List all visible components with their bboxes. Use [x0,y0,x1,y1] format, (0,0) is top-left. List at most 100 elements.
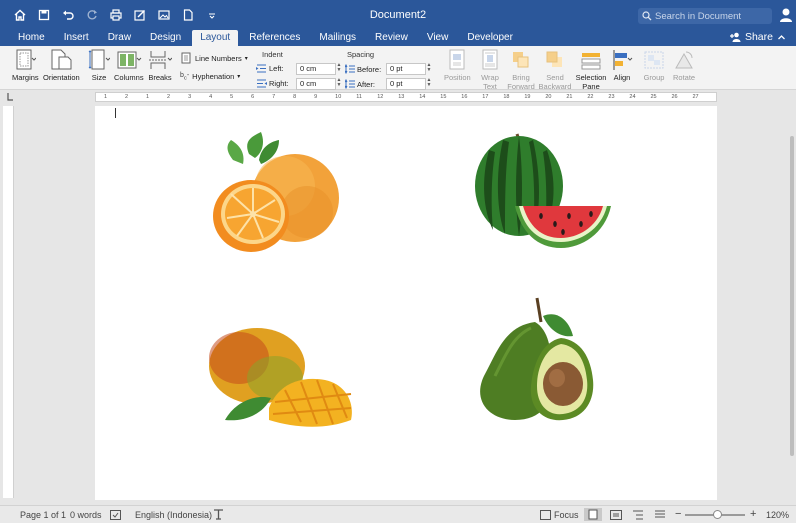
columns-button[interactable]: Columns [114,49,144,82]
tab-insert[interactable]: Insert [56,30,97,46]
ruler-number: 4 [209,94,213,100]
account-icon[interactable] [779,7,793,23]
indent-left-icon [256,64,266,73]
horizontal-ruler[interactable]: 1 2 1 2 3 4 5 6 7 8 9 10 11 12 13 14 15 16 17 18 19 20 21 22 23 2… [0,91,796,103]
undo-icon[interactable] [62,9,74,21]
page-count[interactable]: Page 1 of 1 [20,510,66,520]
ruler-number: 23 [608,94,615,100]
tab-design[interactable]: Design [142,30,189,46]
bring-forward-icon [513,51,529,67]
margins-icon [16,49,37,69]
tab-review[interactable]: Review [367,30,416,46]
position-button[interactable]: Position [444,49,471,82]
picture-icon[interactable] [158,9,170,21]
indent-left-stepper[interactable]: ▲ ▼ [336,63,342,75]
indent-right-field[interactable]: 0 cm [296,78,336,90]
align-icon [613,49,633,70]
align-button[interactable]: Align [611,49,633,82]
redo-icon[interactable] [86,9,98,21]
focus-icon [540,510,551,520]
print-layout-icon [588,509,598,520]
ruler-number: 1 [104,94,108,100]
selection-pane-button[interactable]: Selection Pane [575,49,607,91]
web-layout-icon[interactable] [610,510,622,520]
group-button[interactable]: Group [643,49,665,82]
document-page[interactable] [95,106,717,500]
spacing-before-field[interactable]: 0 pt [386,63,426,75]
quick-access-toolbar [0,9,218,21]
spacing-after-field[interactable]: 0 pt [386,78,426,90]
text-cursor [115,108,116,118]
line-numbers-icon [181,52,191,64]
line-numbers-button[interactable]: Line Numbers ▾ [180,52,248,64]
word-count[interactable]: 0 words [70,510,102,520]
title-bar: Document2 Search in Document [0,0,796,30]
bring-forward-button[interactable]: Bring Forward [506,49,536,91]
tab-draw[interactable]: Draw [100,30,139,46]
share-button[interactable]: Share [729,31,786,43]
ruler-number: 19 [524,94,531,100]
collapse-ribbon-icon[interactable] [777,33,786,42]
customize-toolbar-icon[interactable] [206,9,218,21]
spacing-after-stepper[interactable]: ▲ ▼ [426,78,432,90]
search-box[interactable]: Search in Document [638,8,772,24]
status-bar: Page 1 of 1 0 words English (Indonesia) … [0,505,796,523]
ruler-number: 12 [377,94,384,100]
indent-left-field[interactable]: 0 cm [296,63,336,75]
draft-view-icon[interactable] [654,510,666,520]
indent-right-stepper[interactable]: ▲ ▼ [336,78,342,90]
tab-developer[interactable]: Developer [459,30,521,46]
new-document-icon[interactable] [182,9,194,21]
home-icon[interactable] [14,9,26,21]
tab-stop-icon[interactable] [6,92,14,101]
tab-view[interactable]: View [419,30,457,46]
mango-image[interactable] [205,322,363,432]
ruler-number: 14 [419,94,426,100]
wrap-text-button[interactable]: Wrap Text [479,49,501,91]
print-icon[interactable] [110,9,122,21]
tab-mailings[interactable]: Mailings [311,30,364,46]
rotate-button[interactable]: Rotate [673,49,695,82]
size-icon [88,49,110,69]
spacing-before-stepper[interactable]: ▲ ▼ [426,63,432,75]
tab-references[interactable]: References [241,30,308,46]
tab-layout[interactable]: Layout [192,30,239,46]
hyphenation-button[interactable]: bc- Hyphenation ▾ [180,72,240,81]
position-icon [449,49,465,69]
margins-button[interactable]: Margins [12,49,39,82]
avocado-image[interactable] [465,296,605,426]
proofing-icon[interactable] [110,510,121,520]
ruler-number: 16 [461,94,468,100]
vertical-ruler[interactable] [3,106,14,498]
edit-icon[interactable] [134,9,146,21]
orange-image[interactable] [203,128,343,256]
breaks-button[interactable]: Breaks [148,49,172,82]
vertical-scrollbar[interactable] [788,106,795,498]
hyphenation-icon: bc- [180,72,190,82]
zoom-in-button[interactable]: + [750,508,756,520]
indent-left-label: Left: [256,64,284,73]
spacing-group-title: Spacing [347,50,375,59]
orientation-icon [51,49,72,69]
ruler-number: 10 [335,94,342,100]
macro-record-icon[interactable] [213,509,224,520]
zoom-level[interactable]: 120% [766,510,789,520]
zoom-slider-thumb[interactable] [713,510,722,519]
spacing-after-label: After: [345,79,375,89]
focus-button[interactable]: Focus [554,510,579,520]
language-indicator[interactable]: English (Indonesia) [135,510,212,520]
ruler-number: 17 [482,94,489,100]
save-icon[interactable] [38,9,50,21]
size-button[interactable]: Size [88,49,110,82]
indent-right-icon [257,79,267,88]
tab-home[interactable]: Home [10,30,53,46]
scrollbar-thumb[interactable] [790,136,794,456]
send-backward-button[interactable]: Send Backward [538,49,572,91]
zoom-out-button[interactable]: − [675,508,681,520]
outline-view-icon[interactable] [632,510,644,520]
ruler-number: 9 [314,94,318,100]
print-layout-view-button[interactable] [584,508,602,521]
group-icon [644,51,664,68]
watermelon-image[interactable] [471,130,619,254]
orientation-button[interactable]: Orientation [43,49,80,82]
